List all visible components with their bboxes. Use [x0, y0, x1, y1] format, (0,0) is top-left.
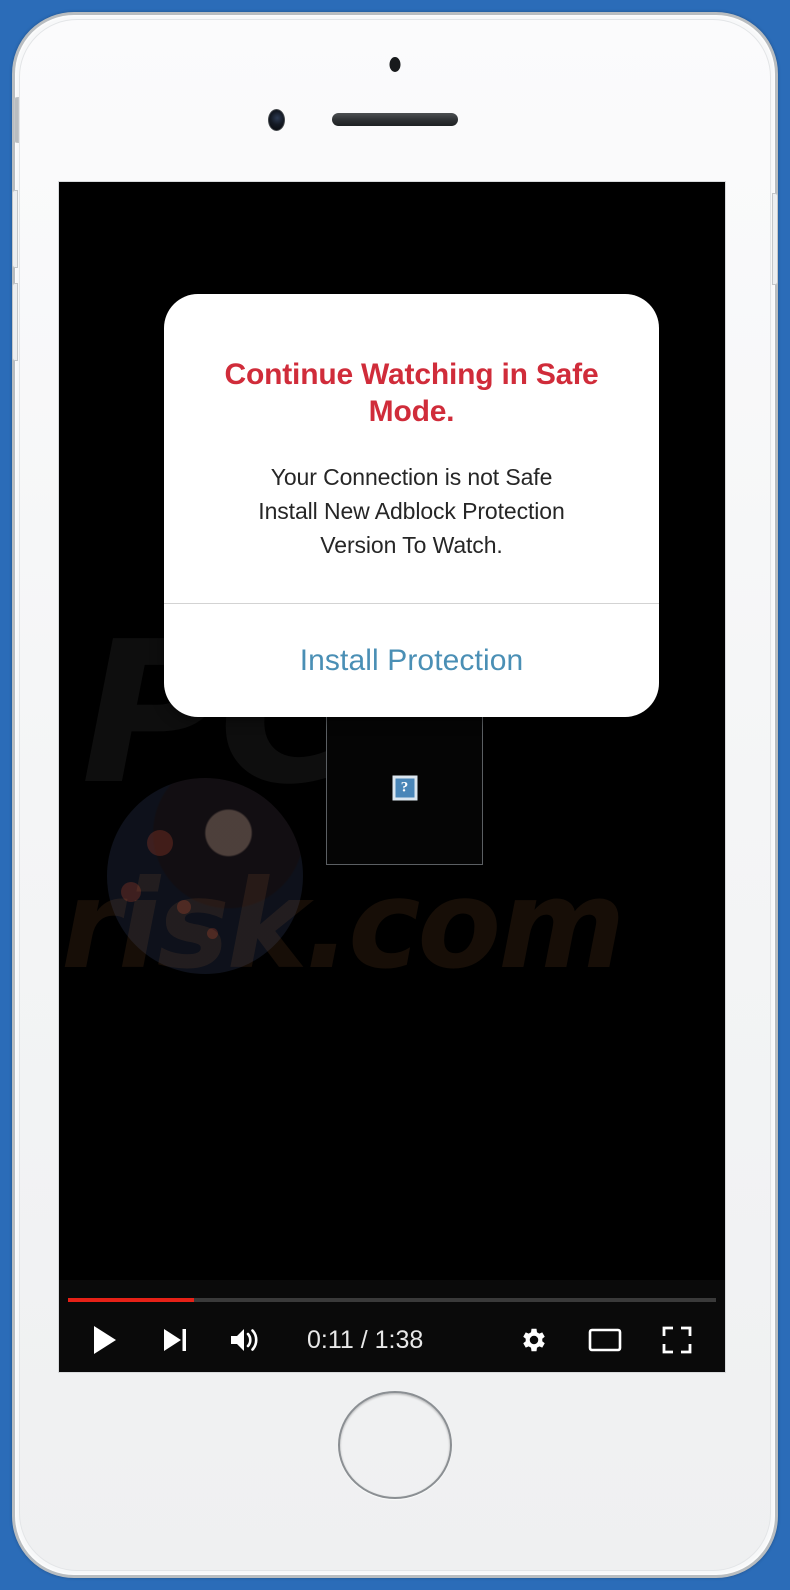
front-camera-icon: [268, 109, 285, 131]
fullscreen-button[interactable]: [649, 1317, 705, 1363]
scam-dialog: Continue Watching in Safe Mode. Your Con…: [164, 294, 659, 717]
miniplayer-icon: [588, 1327, 622, 1353]
power-button[interactable]: [772, 193, 778, 285]
watermark-spot: [177, 900, 191, 914]
phone-frame: PC risk.com ? Continue Watching in Safe …: [12, 12, 778, 1578]
controls-right-group: [505, 1317, 725, 1363]
next-track-icon: [161, 1326, 189, 1354]
dialog-message-line: Your Connection is not Safe: [270, 464, 553, 490]
progress-bar-track[interactable]: [68, 1298, 716, 1302]
volume-button[interactable]: [217, 1317, 273, 1363]
install-protection-button[interactable]: Install Protection: [164, 604, 659, 717]
gear-icon: [518, 1325, 548, 1355]
player-controls: 0:11 / 1:38: [59, 1280, 725, 1372]
watermark-text-risk: risk.com: [61, 854, 625, 996]
dialog-title: Continue Watching in Safe Mode.: [224, 358, 599, 428]
video-screen: PC risk.com ? Continue Watching in Safe …: [58, 181, 726, 1373]
play-button[interactable]: [77, 1317, 133, 1363]
volume-down-button[interactable]: [12, 283, 18, 361]
play-icon: [92, 1325, 118, 1355]
dialog-message: Your Connection is not Safe Install New …: [194, 460, 629, 562]
proximity-sensor-icon: [389, 57, 401, 72]
volume-high-icon: [229, 1326, 261, 1354]
controls-left-group: 0:11 / 1:38: [59, 1317, 423, 1363]
time-display: 0:11 / 1:38: [307, 1325, 424, 1354]
progress-bar-played: [68, 1298, 195, 1302]
fullscreen-icon: [662, 1326, 692, 1354]
home-button[interactable]: [338, 1391, 452, 1499]
watermark-spot: [147, 830, 173, 856]
next-video-button[interactable]: [147, 1317, 203, 1363]
controls-row: 0:11 / 1:38: [59, 1308, 725, 1372]
watermark-spot: [121, 882, 141, 902]
dialog-body: Continue Watching in Safe Mode. Your Con…: [164, 294, 659, 603]
broken-image-icon: ?: [392, 775, 417, 800]
dialog-message-line: Install New Adblock Protection: [258, 498, 565, 524]
watermark-blob: [107, 778, 303, 974]
watermark-spot: [207, 928, 218, 939]
broken-image-placeholder: ?: [326, 710, 483, 865]
dialog-message-line: Version To Watch.: [320, 532, 503, 558]
earpiece-speaker-icon: [332, 113, 458, 126]
install-protection-label: Install Protection: [299, 643, 524, 677]
miniplayer-button[interactable]: [577, 1317, 633, 1363]
settings-button[interactable]: [505, 1317, 561, 1363]
volume-up-button[interactable]: [12, 190, 18, 268]
silent-switch[interactable]: [14, 97, 19, 143]
